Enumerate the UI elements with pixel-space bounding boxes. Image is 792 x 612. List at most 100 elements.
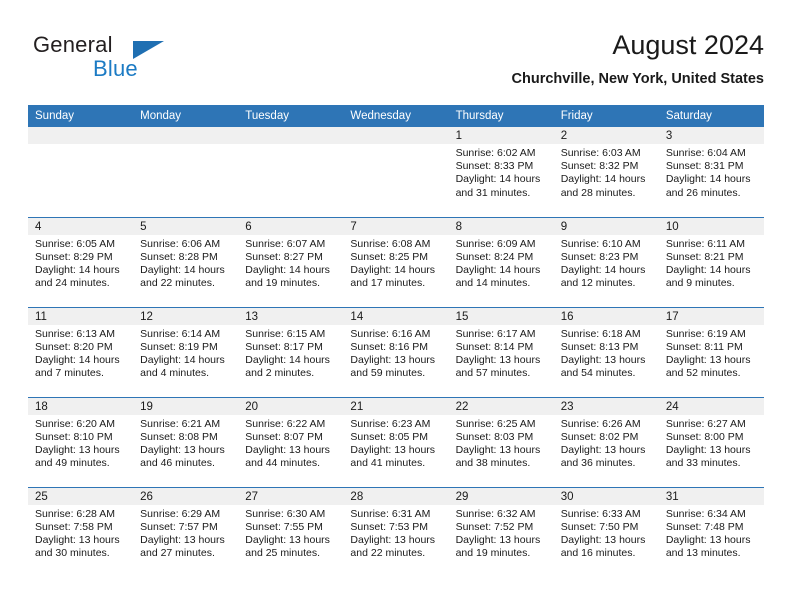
sunrise-time: Sunrise: 6:30 AM: [245, 507, 326, 520]
calendar-day-cell[interactable]: 26 Sunrise: 6:29 AM Sunset: 7:57 PM Dayligh…: [133, 486, 239, 577]
calendar-day-cell[interactable]: 12 Sunrise: 6:14 AM Sunset: 8:19 PM Dayligh…: [133, 306, 239, 397]
calendar-day-cell[interactable]: 25 Sunrise: 6:28 AM Sunset: 7:58 PM Dayligh…: [28, 486, 134, 577]
calendar-day-cell[interactable]: 7 Sunrise: 6:08 AM Sunset: 8:25 PM Daylight…: [343, 216, 449, 307]
daylight-duration-line1: Daylight: 13 hours: [455, 353, 541, 366]
daylight-duration-line2: and 27 minutes.: [140, 547, 215, 560]
day-number: 2: [553, 127, 659, 144]
calendar-day-cell[interactable]: 24 Sunrise: 6:27 AM Sunset: 8:00 PM Dayligh…: [658, 396, 764, 487]
calendar-day-cell[interactable]: 28 Sunrise: 6:31 AM Sunset: 7:53 PM Dayligh…: [343, 486, 449, 577]
daylight-duration-line1: Daylight: 13 hours: [455, 533, 541, 546]
sunset-time: Sunset: 7:58 PM: [35, 520, 113, 533]
calendar-day-cell[interactable]: 19 Sunrise: 6:21 AM Sunset: 8:08 PM Dayligh…: [133, 396, 239, 487]
daylight-duration-line2: and 44 minutes.: [245, 457, 320, 470]
day-details: Sunrise: 6:08 AM Sunset: 8:25 PM Daylight:…: [343, 235, 448, 291]
daylight-duration-line1: Daylight: 13 hours: [665, 443, 751, 456]
sunrise-time: Sunrise: 6:32 AM: [455, 507, 536, 520]
daylight-duration-line1: Daylight: 13 hours: [560, 533, 646, 546]
day-number: 19: [133, 397, 239, 415]
calendar-day-cell[interactable]: 21 Sunrise: 6:23 AM Sunset: 8:05 PM Dayligh…: [343, 396, 449, 487]
sunrise-time: Sunrise: 6:08 AM: [350, 237, 431, 250]
day-number: 3: [658, 127, 764, 144]
daylight-duration-line1: Daylight: 14 hours: [455, 263, 541, 276]
daylight-duration-line2: and 19 minutes.: [455, 547, 531, 560]
daylight-duration-line2: and 24 minutes.: [35, 277, 110, 290]
weekday-header-wednesday: Wednesday: [343, 105, 449, 127]
daylight-duration-line1: Daylight: 14 hours: [665, 263, 751, 276]
general-blue-logo[interactable]: General Blue: [33, 32, 263, 92]
day-number: 1: [448, 127, 554, 144]
sunrise-time: Sunrise: 6:04 AM: [665, 147, 746, 159]
weekday-header-tuesday: Tuesday: [238, 105, 344, 127]
sunset-time: Sunset: 8:05 PM: [350, 430, 429, 443]
daylight-duration-line2: and 19 minutes.: [245, 277, 320, 290]
calendar-day-cell[interactable]: 27 Sunrise: 6:30 AM Sunset: 7:55 PM Dayligh…: [238, 486, 344, 577]
weekday-header-thursday: Thursday: [448, 105, 554, 127]
calendar-day-cell[interactable]: 16 Sunrise: 6:18 AM Sunset: 8:13 PM Dayligh…: [553, 306, 659, 397]
daylight-duration-line1: Daylight: 14 hours: [35, 353, 120, 366]
calendar-day-cell[interactable]: 23 Sunrise: 6:26 AM Sunset: 8:02 PM Dayligh…: [553, 396, 659, 487]
daylight-duration-line2: and 4 minutes.: [140, 367, 210, 380]
calendar-day-cell[interactable]: 8 Sunrise: 6:09 AM Sunset: 8:24 PM Daylight…: [448, 216, 554, 307]
calendar-day-cell[interactable]: 30 Sunrise: 6:33 AM Sunset: 7:50 PM Dayligh…: [553, 486, 659, 577]
sunrise-time: Sunrise: 6:07 AM: [245, 237, 326, 250]
daylight-duration-line1: Daylight: 13 hours: [350, 533, 436, 546]
weekday-header-monday: Monday: [133, 105, 239, 127]
logo-text-blue: Blue: [93, 56, 138, 81]
sunset-time: Sunset: 7:52 PM: [455, 520, 534, 533]
sunset-time: Sunset: 8:33 PM: [455, 160, 534, 173]
calendar-day-cell[interactable]: 4 Sunrise: 6:05 AM Sunset: 8:29 PM Daylight…: [28, 216, 134, 307]
weekday-header-friday: Friday: [553, 105, 659, 127]
sunrise-time: Sunrise: 6:11 AM: [665, 237, 746, 250]
calendar-day-cell[interactable]: 11 Sunrise: 6:13 AM Sunset: 8:20 PM Dayligh…: [28, 306, 134, 397]
daylight-duration-line1: Daylight: 14 hours: [245, 353, 330, 366]
day-details: Sunrise: 6:28 AM Sunset: 7:58 PM Daylight:…: [28, 505, 133, 561]
calendar-week-row: 1 Sunrise: 6:02 AM Sunset: 8:33 PM Daylight…: [28, 127, 764, 217]
daylight-duration-line1: Daylight: 13 hours: [245, 533, 330, 546]
day-details: Sunrise: 6:15 AM Sunset: 8:17 PM Daylight:…: [238, 325, 343, 381]
sunrise-time: Sunrise: 6:31 AM: [350, 507, 431, 520]
calendar-day-cell[interactable]: 3 Sunrise: 6:04 AM Sunset: 8:31 PM Daylight…: [658, 127, 764, 217]
calendar-day-cell[interactable]: 17 Sunrise: 6:19 AM Sunset: 8:11 PM Dayligh…: [658, 306, 764, 397]
day-details: Sunrise: 6:10 AM Sunset: 8:23 PM Daylight:…: [554, 235, 659, 291]
calendar-week-row: 25 Sunrise: 6:28 AM Sunset: 7:58 PM Dayligh…: [28, 486, 764, 577]
calendar-day-cell-empty: [343, 127, 449, 217]
day-details: Sunrise: 6:17 AM Sunset: 8:14 PM Daylight:…: [449, 325, 554, 381]
day-number: [238, 127, 344, 144]
calendar-week-row: 11 Sunrise: 6:13 AM Sunset: 8:20 PM Dayligh…: [28, 306, 764, 397]
day-number: 29: [448, 487, 554, 505]
sunrise-time: Sunrise: 6:18 AM: [560, 327, 641, 340]
day-details: Sunrise: 6:06 AM Sunset: 8:28 PM Daylight:…: [133, 235, 238, 291]
sunset-time: Sunset: 8:21 PM: [665, 250, 744, 263]
daylight-duration-line1: Daylight: 14 hours: [35, 263, 120, 276]
sunrise-time: Sunrise: 6:15 AM: [245, 327, 326, 340]
calendar-day-cell[interactable]: 5 Sunrise: 6:06 AM Sunset: 8:28 PM Daylight…: [133, 216, 239, 307]
day-details: Sunrise: 6:26 AM Sunset: 8:02 PM Daylight:…: [554, 415, 659, 471]
day-number: 27: [238, 487, 344, 505]
sunrise-time: Sunrise: 6:13 AM: [35, 327, 115, 340]
calendar-day-cell-empty: [238, 127, 344, 217]
daylight-duration-line2: and 38 minutes.: [455, 457, 531, 470]
calendar-day-cell[interactable]: 22 Sunrise: 6:25 AM Sunset: 8:03 PM Dayligh…: [448, 396, 554, 487]
calendar-day-cell[interactable]: 1 Sunrise: 6:02 AM Sunset: 8:33 PM Daylight…: [448, 127, 554, 217]
calendar-day-cell[interactable]: 18 Sunrise: 6:20 AM Sunset: 8:10 PM Dayligh…: [28, 396, 134, 487]
daylight-duration-line2: and 14 minutes.: [455, 277, 531, 290]
calendar-day-cell[interactable]: 14 Sunrise: 6:16 AM Sunset: 8:16 PM Dayligh…: [343, 306, 449, 397]
weekday-header-saturday: Saturday: [658, 105, 764, 127]
calendar-day-cell[interactable]: 20 Sunrise: 6:22 AM Sunset: 8:07 PM Dayligh…: [238, 396, 344, 487]
daylight-duration-line1: Daylight: 13 hours: [350, 443, 436, 456]
calendar-day-cell[interactable]: 15 Sunrise: 6:17 AM Sunset: 8:14 PM Dayligh…: [448, 306, 554, 397]
calendar-day-cell[interactable]: 6 Sunrise: 6:07 AM Sunset: 8:27 PM Daylight…: [238, 216, 344, 307]
sunrise-time: Sunrise: 6:28 AM: [35, 507, 115, 520]
day-number: 12: [133, 307, 239, 325]
calendar-day-cell[interactable]: 9 Sunrise: 6:10 AM Sunset: 8:23 PM Daylight…: [553, 216, 659, 307]
calendar-day-cell[interactable]: 13 Sunrise: 6:15 AM Sunset: 8:17 PM Dayligh…: [238, 306, 344, 397]
calendar-day-cell[interactable]: 29 Sunrise: 6:32 AM Sunset: 7:52 PM Dayligh…: [448, 486, 554, 577]
calendar-day-cell[interactable]: 10 Sunrise: 6:11 AM Sunset: 8:21 PM Dayligh…: [658, 216, 764, 307]
sunrise-time: Sunrise: 6:21 AM: [140, 417, 221, 430]
daylight-duration-line2: and 49 minutes.: [35, 457, 110, 470]
day-details: Sunrise: 6:33 AM Sunset: 7:50 PM Daylight:…: [554, 505, 659, 561]
day-details: Sunrise: 6:30 AM Sunset: 7:55 PM Daylight:…: [238, 505, 343, 561]
calendar-day-cell[interactable]: 31 Sunrise: 6:34 AM Sunset: 7:48 PM Dayligh…: [658, 486, 764, 577]
calendar-week-row: 18 Sunrise: 6:20 AM Sunset: 8:10 PM Dayligh…: [28, 396, 764, 487]
calendar-day-cell[interactable]: 2 Sunrise: 6:03 AM Sunset: 8:32 PM Daylight…: [553, 127, 659, 217]
